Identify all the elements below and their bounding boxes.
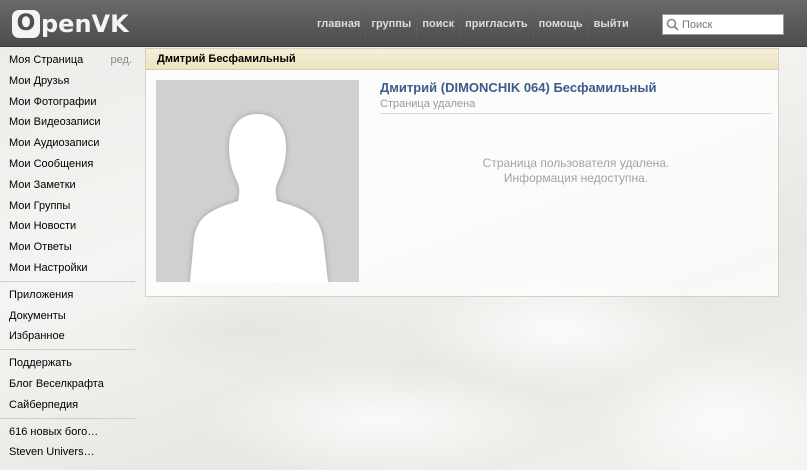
sidebar-item-documents[interactable]: Документы — [0, 306, 135, 327]
sidebar-item-audio[interactable]: Мои Аудиозаписи — [0, 133, 135, 154]
nav-help[interactable]: помощь — [532, 10, 588, 38]
logo-letter: O — [12, 10, 40, 38]
sidebar-divider — [0, 280, 135, 282]
search-icon — [666, 18, 679, 31]
panel-title: Дмитрий Бесфамильный — [146, 49, 778, 70]
sidebar-divider — [0, 417, 135, 419]
sidebar-item-cyberpedia[interactable]: Сайберпедия — [0, 395, 135, 416]
sidebar-item-apps[interactable]: Приложения — [0, 285, 135, 306]
sidebar-item-replies[interactable]: Мои Ответы — [0, 237, 135, 258]
sidebar-item-news[interactable]: Мои Новости — [0, 216, 135, 237]
nav-groups[interactable]: группы — [365, 10, 416, 38]
openvk-logo[interactable]: O penVK — [12, 9, 129, 39]
nav-logout[interactable]: выйти — [587, 10, 634, 38]
edit-link[interactable]: ред. — [111, 50, 135, 71]
sidebar-item-notes[interactable]: Мои Заметки — [0, 175, 135, 196]
user-silhouette-icon — [190, 114, 328, 282]
sidebar-item-messages[interactable]: Мои Сообщения — [0, 154, 135, 175]
default-avatar — [156, 80, 359, 282]
profile-panel: Дмитрий Бесфамильный Дмитрий (DIMONCHIK … — [145, 48, 779, 297]
search-input[interactable] — [682, 18, 777, 31]
search-box[interactable] — [662, 14, 784, 35]
sidebar-item-favorites[interactable]: Избранное — [0, 326, 135, 347]
sidebar-item-photos[interactable]: Мои Фотографии — [0, 92, 135, 113]
sidebar-divider — [0, 349, 135, 351]
profile-status: Страница удалена — [380, 98, 476, 110]
profile-name-link[interactable]: Дмитрий (DIMONCHIK 064) Бесфамильный — [380, 80, 657, 95]
nav-search[interactable]: поиск — [416, 10, 459, 38]
profile-divider — [380, 113, 772, 114]
sidebar-item-settings[interactable]: Мои Настройки — [0, 258, 135, 279]
sidebar-item-group-2[interactable]: Steven Univers… — [0, 442, 135, 463]
deleted-message: Страница пользователя удалена. Информаци… — [380, 156, 772, 186]
top-nav: главная группы поиск пригласить помощь в… — [312, 10, 634, 38]
logo-text: penVK — [41, 10, 129, 38]
nav-invite[interactable]: пригласить — [459, 10, 533, 38]
sidebar-item-support[interactable]: Поддержать — [0, 353, 135, 374]
sidebar-item-blog[interactable]: Блог Веселкрафта — [0, 374, 135, 395]
sidebar-item-videos[interactable]: Мои Видеозаписи — [0, 112, 135, 133]
sidebar-item-groups[interactable]: Мои Группы — [0, 196, 135, 217]
nav-home[interactable]: главная — [312, 10, 365, 38]
sidebar-item-label: Моя Страница — [9, 54, 84, 66]
sidebar-item-my-page[interactable]: Моя Страница ред. — [0, 50, 135, 71]
deleted-message-line-1: Страница пользователя удалена. — [482, 156, 670, 170]
deleted-message-line-2: Информация недоступна. — [503, 171, 649, 185]
left-sidebar: Моя Страница ред. Мои Друзья Мои Фотогра… — [0, 50, 135, 463]
sidebar-item-group-1[interactable]: 616 новых бого… — [0, 422, 135, 443]
sidebar-item-friends[interactable]: Мои Друзья — [0, 71, 135, 92]
top-header: O penVK главная группы поиск пригласить … — [0, 0, 807, 47]
